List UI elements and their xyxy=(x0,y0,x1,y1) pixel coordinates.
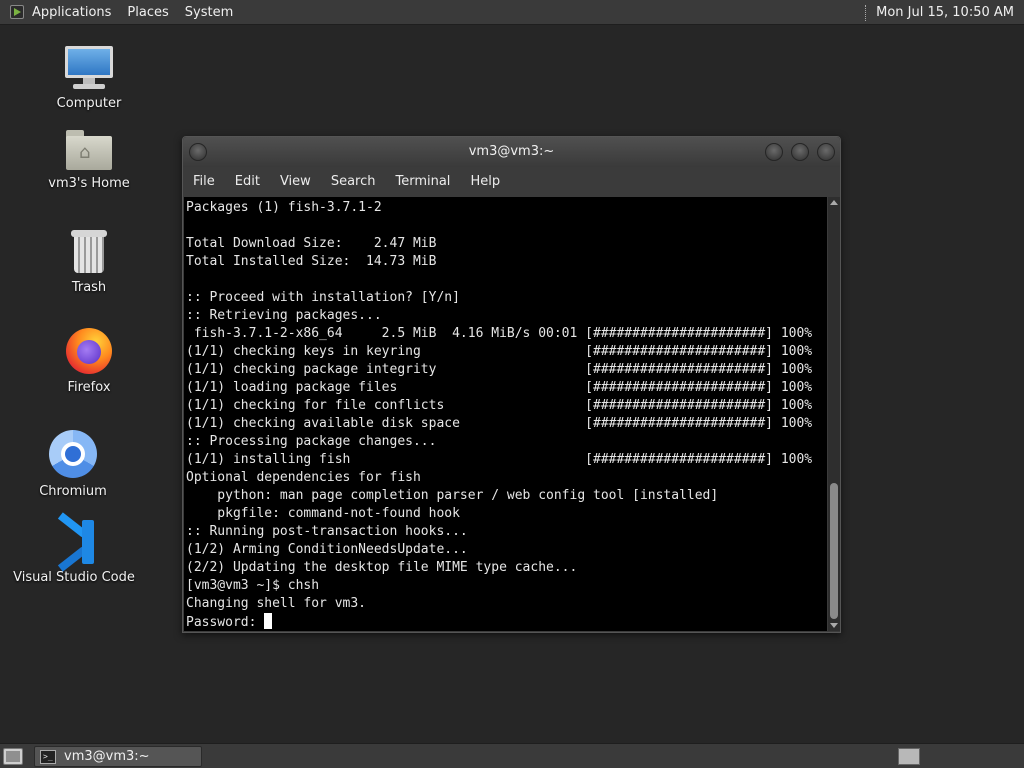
terminal-line: (1/1) checking for file conflicts [#####… xyxy=(186,398,813,413)
close-button[interactable] xyxy=(817,143,835,161)
clock-area: Mon Jul 15, 10:50 AM xyxy=(865,0,1014,25)
trash-icon xyxy=(71,230,107,274)
show-desktop-button[interactable] xyxy=(3,748,23,765)
menu-edit[interactable]: Edit xyxy=(235,174,260,189)
applications-menu[interactable]: Applications xyxy=(32,5,111,20)
scrollbar-thumb[interactable] xyxy=(830,483,838,619)
menu-search[interactable]: Search xyxy=(331,174,376,189)
terminal-line: pkgfile: command-not-found hook xyxy=(186,506,460,521)
terminal-line: (1/1) checking available disk space [###… xyxy=(186,416,813,431)
scroll-up-arrow-icon[interactable] xyxy=(830,200,838,205)
terminal-line: Changing shell for vm3. xyxy=(186,596,367,611)
terminal-output[interactable]: Packages (1) fish-3.7.1-2 Total Download… xyxy=(184,197,827,631)
desktop-icon-firefox[interactable]: Firefox xyxy=(24,328,154,395)
system-menu[interactable]: System xyxy=(185,5,233,20)
terminal-line: Optional dependencies for fish xyxy=(186,470,421,485)
main-menu-icon[interactable] xyxy=(8,3,26,21)
minimize-button[interactable] xyxy=(765,143,783,161)
desktop-icon-label: vm3's Home xyxy=(48,176,130,191)
terminal-window: vm3@vm3:~ File Edit View Search Terminal… xyxy=(182,136,841,633)
terminal-line: (1/1) checking keys in keyring [########… xyxy=(186,344,813,359)
bottom-panel: >_ vm3@vm3:~ xyxy=(0,743,1024,768)
computer-icon xyxy=(65,46,113,90)
chromium-icon xyxy=(49,430,97,478)
terminal-line: :: Processing package changes... xyxy=(186,434,437,449)
password-prompt-line[interactable]: Password: xyxy=(186,613,827,631)
window-titlebar[interactable]: vm3@vm3:~ xyxy=(183,137,840,167)
terminal-line: fish-3.7.1-2-x86_64 2.5 MiB 4.16 MiB/s 0… xyxy=(186,326,813,341)
terminal-line: (2/2) Updating the desktop file MIME typ… xyxy=(186,560,578,575)
desktop-icon-label: Computer xyxy=(56,96,122,111)
desktop-icon-trash[interactable]: Trash xyxy=(24,230,154,295)
places-menu[interactable]: Places xyxy=(127,5,168,20)
desktop-icon-computer[interactable]: Computer xyxy=(24,46,154,111)
terminal-line: Total Installed Size: 14.73 MiB xyxy=(186,254,437,269)
scroll-down-arrow-icon[interactable] xyxy=(830,623,838,628)
top-panel: Applications Places System Mon Jul 15, 1… xyxy=(0,0,1024,25)
terminal-line: (1/1) checking package integrity [######… xyxy=(186,362,813,377)
window-title: vm3@vm3:~ xyxy=(468,144,555,159)
password-prompt: Password: xyxy=(186,615,265,630)
vscode-icon xyxy=(52,512,96,572)
taskbar-terminal-button[interactable]: >_ vm3@vm3:~ xyxy=(34,746,202,767)
desktop-icon-label: Chromium xyxy=(39,484,107,499)
terminal-line: :: Retrieving packages... xyxy=(186,308,382,323)
desktop-icon-label: Trash xyxy=(71,280,107,295)
terminal-line: :: Proceed with installation? [Y/n] xyxy=(186,290,460,305)
terminal-line: python: man page completion parser / web… xyxy=(186,488,719,503)
desktop-icon-home[interactable]: ⌂ vm3's Home xyxy=(24,130,154,191)
terminal-menubar: File Edit View Search Terminal Help xyxy=(183,167,840,196)
menu-view[interactable]: View xyxy=(280,174,311,189)
desktop-icon-chromium[interactable]: Chromium xyxy=(8,430,138,499)
terminal-icon: >_ xyxy=(40,749,56,764)
menu-terminal[interactable]: Terminal xyxy=(395,174,450,189)
firefox-icon xyxy=(66,328,112,374)
menu-help[interactable]: Help xyxy=(470,174,500,189)
menu-file[interactable]: File xyxy=(193,174,215,189)
terminal-line: Packages (1) fish-3.7.1-2 xyxy=(186,200,382,215)
desktop-icon-vscode[interactable]: Visual Studio Code xyxy=(9,512,139,585)
maximize-button[interactable] xyxy=(791,143,809,161)
terminal-line: (1/1) loading package files [###########… xyxy=(186,380,813,395)
desktop-icon-label: Visual Studio Code xyxy=(13,570,135,585)
terminal-line: :: Running post-transaction hooks... xyxy=(186,524,468,539)
terminal-line: (1/2) Arming ConditionNeedsUpdate... xyxy=(186,542,468,557)
home-folder-icon: ⌂ xyxy=(66,130,112,170)
desktop-icon-label: Firefox xyxy=(67,380,111,395)
text-cursor xyxy=(264,613,273,629)
terminal-line: [vm3@vm3 ~]$ chsh xyxy=(186,578,320,593)
clock[interactable]: Mon Jul 15, 10:50 AM xyxy=(876,5,1014,20)
workspace-switcher[interactable] xyxy=(898,748,920,765)
terminal-scrollbar[interactable] xyxy=(828,197,840,631)
terminal-line: (1/1) installing fish [#################… xyxy=(186,452,813,467)
terminal-line: Total Download Size: 2.47 MiB xyxy=(186,236,437,251)
panel-separator xyxy=(865,4,868,21)
taskbar-label: vm3@vm3:~ xyxy=(64,749,150,764)
